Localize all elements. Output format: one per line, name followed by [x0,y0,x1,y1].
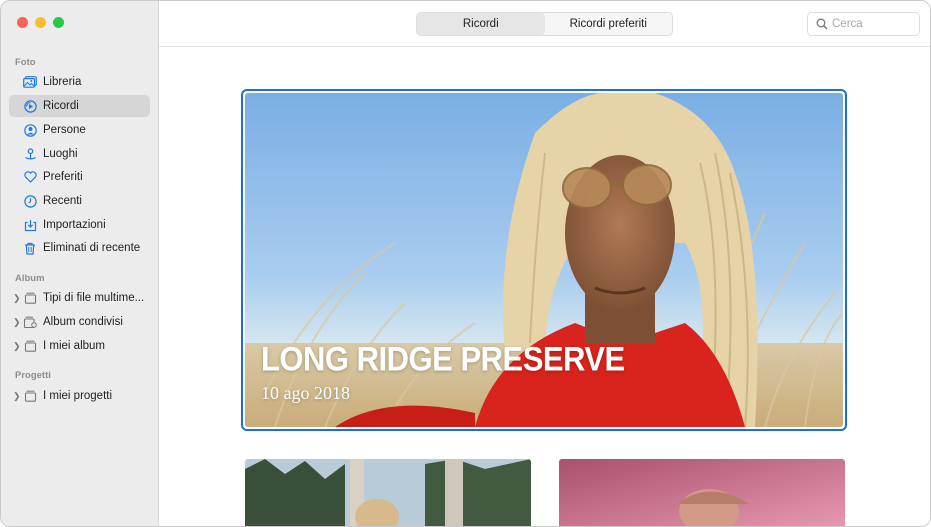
search-field[interactable]: Cerca [807,12,920,36]
sidebar-item-eliminati[interactable]: Eliminati di recente [9,237,150,259]
folder-stack-icon [23,339,37,353]
window-controls [17,17,64,28]
section-progetti: Progetti [15,370,51,381]
sidebar-item-miei-progetti[interactable]: ❯ I miei progetti [9,385,150,407]
chevron-right-icon[interactable]: ❯ [13,341,21,352]
sidebar-item-persone[interactable]: Persone [9,119,150,141]
shared-album-icon [23,315,37,329]
sidebar-item-label: I miei progetti [43,390,113,402]
sidebar: Foto Libreria Ricordi Persone Luoghi Pre… [1,1,159,526]
sidebar-item-recenti[interactable]: Recenti [9,190,150,212]
memory-date: 10 ago 2018 [261,383,350,403]
folder-stack-icon [23,389,37,403]
tab-ricordi[interactable]: Ricordi [417,13,545,35]
clock-icon [23,194,37,208]
import-icon [23,218,37,232]
sidebar-item-label: Luoghi [43,148,78,160]
sidebar-item-label: Tipi di file multime... [43,292,145,304]
memories-grid: LONG RIDGE PRESERVE 10 ago 2018 [159,47,930,526]
sidebar-item-label: Album condivisi [43,316,123,328]
map-pin-icon [23,147,37,161]
memory-card-thumbnail-1[interactable] [245,459,531,526]
chevron-right-icon[interactable]: ❯ [13,317,21,328]
zoom-window-button[interactable] [53,17,64,28]
sidebar-item-tipi-file[interactable]: ❯ Tipi di file multime... [9,287,150,309]
toolbar: Ricordi Ricordi preferiti Cerca [159,1,930,47]
folder-stack-icon [23,291,37,305]
sidebar-item-luoghi[interactable]: Luoghi [9,143,150,165]
chevron-right-icon[interactable]: ❯ [13,391,21,402]
memories-icon [23,99,37,113]
memory-card-featured[interactable]: LONG RIDGE PRESERVE 10 ago 2018 [241,89,847,431]
section-album: Album [15,273,45,284]
search-input[interactable]: Cerca [832,18,863,30]
close-window-button[interactable] [17,17,28,28]
sidebar-item-label: Libreria [43,76,82,88]
sidebar-item-label: Persone [43,124,86,136]
heart-icon [23,170,37,184]
sidebar-item-label: Eliminati di recente [43,242,141,254]
memory-card-thumbnail-2[interactable] [559,459,845,526]
search-icon [816,18,828,30]
chevron-right-icon[interactable]: ❯ [13,293,21,304]
sidebar-item-album-condivisi[interactable]: ❯ Album condivisi [9,311,150,333]
sidebar-item-libreria[interactable]: Libreria [9,71,150,93]
photos-window: Foto Libreria Ricordi Persone Luoghi Pre… [0,0,931,527]
minimize-window-button[interactable] [35,17,46,28]
sidebar-item-ricordi[interactable]: Ricordi [9,95,150,117]
sidebar-item-preferiti[interactable]: Preferiti [9,166,150,188]
sidebar-item-label: Ricordi [43,100,79,112]
sidebar-item-importazioni[interactable]: Importazioni [9,214,150,236]
memory-title: LONG RIDGE PRESERVE [261,339,625,379]
sidebar-item-miei-album[interactable]: ❯ I miei album [9,335,150,357]
sidebar-item-label: I miei album [43,340,105,352]
tab-ricordi-preferiti[interactable]: Ricordi preferiti [545,13,673,35]
sidebar-item-label: Recenti [43,195,82,207]
section-foto: Foto [15,57,36,68]
photo-library-icon [23,75,37,89]
sidebar-item-label: Preferiti [43,171,83,183]
memories-segmented-control: Ricordi Ricordi preferiti [416,12,673,36]
sidebar-item-label: Importazioni [43,219,106,231]
trash-icon [23,241,37,255]
person-icon [23,123,37,137]
